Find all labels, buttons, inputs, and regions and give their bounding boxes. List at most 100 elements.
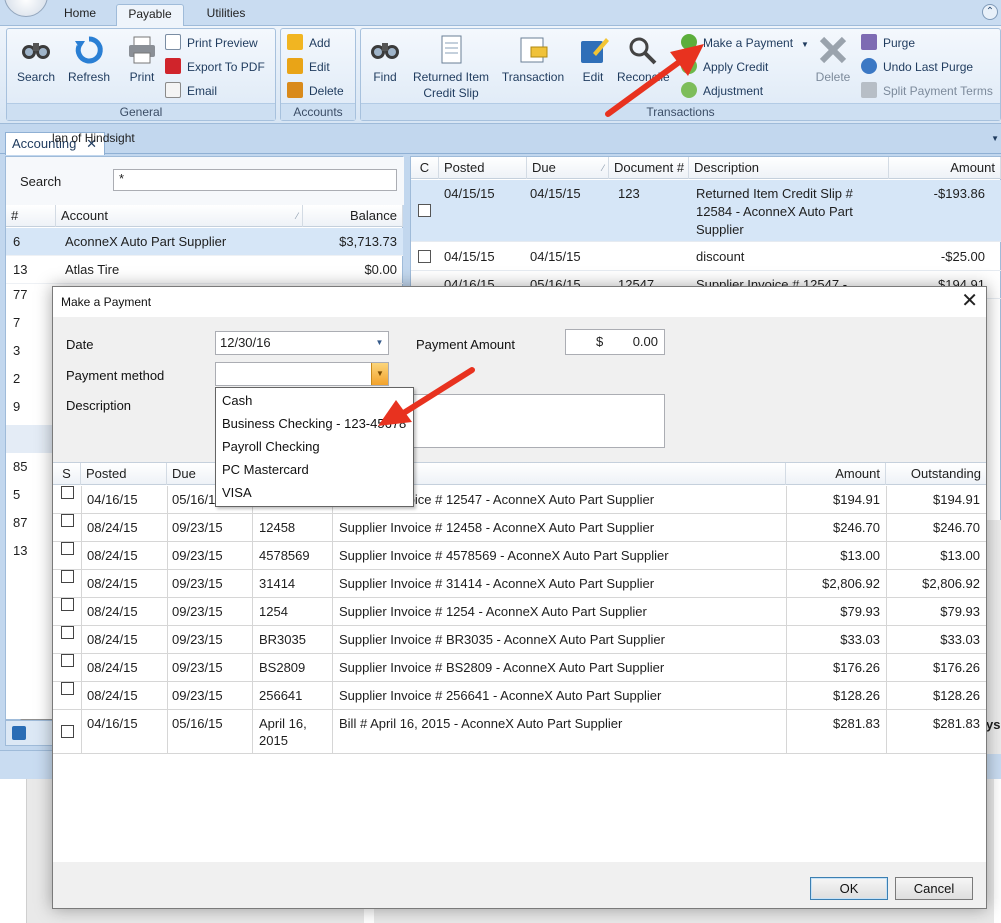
- transaction-button-label: Transaction: [501, 70, 565, 84]
- account-number: 3: [13, 343, 21, 358]
- due-date: 09/23/15: [172, 660, 223, 675]
- lower-panel-text: lan of Hindsight: [52, 131, 135, 145]
- purge-icon: [861, 34, 877, 50]
- payment-option-cash[interactable]: Cash: [222, 392, 252, 410]
- ribbon-help-icon[interactable]: ⌃: [982, 4, 998, 20]
- column-header-amount[interactable]: Amount: [889, 157, 1001, 179]
- transaction-button[interactable]: Transaction: [499, 35, 567, 85]
- column-header-posted[interactable]: Posted: [439, 157, 527, 179]
- purge-button[interactable]: Purge: [861, 33, 915, 53]
- undo-last-purge-button[interactable]: Undo Last Purge: [861, 57, 973, 77]
- pdf-icon: [165, 58, 181, 74]
- table-row[interactable]: 08/24/15 09/23/15 1254 Supplier Invoice # 1…: [53, 598, 986, 626]
- account-number: 7: [13, 315, 21, 330]
- column-header-posted[interactable]: Posted: [81, 463, 167, 485]
- transactions-grid-header: C Posted Due ⁄ Document # Description Amo…: [411, 157, 1001, 179]
- date-field[interactable]: 12/30/16 ▼: [215, 331, 389, 355]
- find-button[interactable]: Find: [365, 35, 405, 85]
- table-row[interactable]: 13 Atlas Tire $0.00: [6, 256, 403, 284]
- column-header-number[interactable]: #: [6, 205, 56, 227]
- ok-button[interactable]: OK: [810, 877, 888, 900]
- tab-menu-chevron-icon[interactable]: ▼: [991, 134, 999, 143]
- table-row[interactable]: 04/15/15 04/15/15 discount -$25.00: [411, 243, 1001, 271]
- invoice-outstanding: $194.91: [933, 492, 980, 507]
- invoice-description: Supplier Invoice # 12458 - AconneX Auto …: [339, 520, 655, 535]
- posted-date: 08/24/15: [87, 632, 138, 647]
- due-date: 09/23/15: [172, 632, 223, 647]
- application-menu-button[interactable]: [4, 0, 48, 17]
- document-number: BS2809: [259, 660, 306, 675]
- invoice-amount: $13.00: [840, 548, 880, 563]
- cancel-button[interactable]: Cancel: [895, 877, 973, 900]
- printer-icon: [129, 36, 155, 64]
- invoice-outstanding: $281.83: [933, 716, 980, 731]
- date-value: 12/30/16: [220, 335, 271, 350]
- column-header-account[interactable]: Account ⁄: [56, 205, 303, 227]
- tab-utilities[interactable]: Utilities: [200, 4, 252, 26]
- invoice-outstanding: $246.70: [933, 520, 980, 535]
- undo-last-purge-label: Undo Last Purge: [883, 60, 974, 74]
- print-button[interactable]: Print: [121, 35, 163, 85]
- payment-option-visa[interactable]: VISA: [222, 484, 252, 502]
- table-row[interactable]: 04/15/15 04/15/15 123 Returned Item Cred…: [411, 180, 1001, 242]
- tab-home[interactable]: Home: [60, 4, 100, 26]
- payment-method-select[interactable]: ▼: [215, 362, 389, 386]
- search-input[interactable]: *: [113, 169, 397, 191]
- payment-amount-value: 0.00: [632, 334, 658, 349]
- delete-transaction-button[interactable]: Delete: [813, 35, 853, 85]
- search-button[interactable]: Search: [11, 35, 61, 85]
- amount: -$25.00: [940, 249, 985, 264]
- invoice-description: Supplier Invoice # BR3035 - AconneX Auto…: [339, 632, 665, 647]
- search-label: Search: [20, 174, 62, 189]
- close-icon[interactable]: ✕: [961, 290, 978, 312]
- payment-method-label: Payment method: [66, 368, 165, 383]
- export-pdf-button[interactable]: Export To PDF: [165, 57, 265, 77]
- date-label: Date: [66, 337, 94, 352]
- table-row[interactable]: 08/24/15 09/23/15 4578569 Supplier Invoice …: [53, 542, 986, 570]
- split-payment-terms-button[interactable]: Split Payment Terms: [861, 81, 993, 101]
- posted-date: 08/24/15: [87, 604, 138, 619]
- table-row[interactable]: 08/24/15 09/23/15 BS2809 Supplier Invoice #…: [53, 654, 986, 682]
- table-row[interactable]: 08/24/15 09/23/15 BR3035 Supplier Invoice #…: [53, 626, 986, 654]
- due-date: 09/23/15: [172, 520, 223, 535]
- add-account-button[interactable]: Add: [287, 33, 330, 53]
- invoice-description: Bill # April 16, 2015 - AconneX Auto Par…: [339, 716, 623, 731]
- payment-amount-input[interactable]: $ 0.00: [565, 329, 665, 355]
- table-row[interactable]: 6 AconneX Auto Part Supplier $3,713.73: [6, 228, 403, 256]
- chevron-down-icon[interactable]: ▼: [371, 332, 388, 354]
- export-pdf-label: Export To PDF: [187, 60, 265, 74]
- invoice-amount: $128.26: [833, 688, 880, 703]
- edit-account-button[interactable]: Edit: [287, 57, 330, 77]
- table-row[interactable]: 04/16/15 05/16/15 April 16, 2015 Bill # Apri…: [53, 710, 986, 754]
- payment-option-pc-mastercard[interactable]: PC Mastercard: [222, 461, 309, 479]
- column-header-amount[interactable]: Amount: [786, 463, 886, 485]
- email-button[interactable]: Email: [165, 81, 217, 101]
- column-header-cleared[interactable]: C: [411, 157, 439, 179]
- table-row[interactable]: 08/24/15 09/23/15 31414 Supplier Invoice # …: [53, 570, 986, 598]
- posted-date: 08/24/15: [87, 548, 138, 563]
- invoice-description: Supplier Invoice # 4578569 - AconneX Aut…: [339, 548, 669, 563]
- chevron-down-icon[interactable]: ▼: [801, 40, 809, 49]
- column-header-description[interactable]: Description: [689, 157, 889, 179]
- column-header-select[interactable]: S: [53, 463, 81, 485]
- posted-date: 08/24/15: [87, 520, 138, 535]
- refresh-button[interactable]: Refresh: [63, 35, 115, 85]
- account-number: 5: [13, 487, 21, 502]
- table-row[interactable]: 04/16/1505/16/1512547Supplier Invoice # …: [53, 486, 986, 514]
- account-name: AconneX Auto Part Supplier: [65, 234, 227, 249]
- tab-payable[interactable]: Payable: [116, 4, 184, 27]
- description-line: Supplier: [696, 222, 744, 237]
- table-row[interactable]: 08/24/15 09/23/15 256641 Supplier Invoice #…: [53, 682, 986, 710]
- table-row[interactable]: 08/24/15 09/23/15 12458 Supplier Invoice # …: [53, 514, 986, 542]
- account-number: 2: [13, 371, 21, 386]
- returned-item-credit-slip-button[interactable]: Returned Item Credit Slip: [411, 35, 491, 101]
- column-header-balance[interactable]: Balance: [303, 205, 403, 227]
- binoculars-icon: [22, 43, 50, 59]
- column-header-due[interactable]: Due ⁄: [527, 157, 609, 179]
- delete-account-button[interactable]: Delete: [287, 81, 344, 101]
- print-button-label: Print: [129, 70, 155, 84]
- column-header-document[interactable]: Document #: [609, 157, 689, 179]
- payment-option-payroll-checking[interactable]: Payroll Checking: [222, 438, 320, 456]
- column-header-outstanding[interactable]: Outstanding: [886, 463, 986, 485]
- print-preview-button[interactable]: Print Preview: [165, 33, 258, 53]
